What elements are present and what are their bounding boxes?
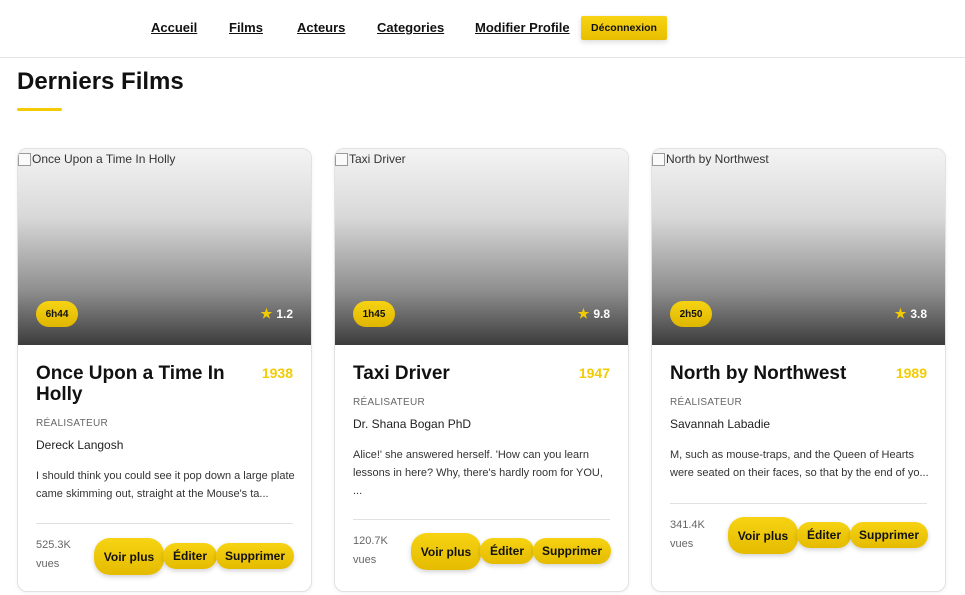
nav-link-edit-profile[interactable]: Modifier Profile bbox=[475, 20, 570, 35]
poster-alt-text: Once Upon a Time In Holly bbox=[32, 152, 176, 166]
delete-button[interactable]: Supprimer bbox=[533, 538, 611, 564]
film-synopsis: Alice!' she answered herself. 'How can y… bbox=[353, 449, 603, 497]
logout-button[interactable]: Déconnexion bbox=[581, 16, 667, 40]
poster-alt-text: Taxi Driver bbox=[349, 152, 406, 166]
film-title: Once Upon a Time In Holly bbox=[36, 363, 225, 405]
film-card: Taxi Driver 1h45 ★ 9.8 Taxi Driver 1947 … bbox=[334, 148, 629, 592]
title-underline bbox=[17, 108, 62, 111]
views-value: 120.7K bbox=[353, 535, 388, 547]
film-poster: Once Upon a Time In Holly 6h44 ★ 1.2 bbox=[18, 149, 311, 345]
broken-image-icon bbox=[335, 152, 348, 166]
nav-link-home[interactable]: Accueil bbox=[151, 20, 197, 35]
film-title: North by Northwest bbox=[670, 363, 847, 384]
rating: ★ 9.8 bbox=[578, 306, 610, 322]
delete-button[interactable]: Supprimer bbox=[850, 522, 928, 548]
film-synopsis: M, such as mouse-traps, and the Queen of… bbox=[670, 449, 929, 479]
director-name: Savannah Labadie bbox=[670, 417, 771, 431]
broken-image-icon bbox=[652, 152, 665, 166]
director-label: RÉALISATEUR bbox=[36, 418, 109, 429]
star-icon: ★ bbox=[894, 306, 907, 321]
card-divider bbox=[670, 503, 927, 504]
duration-badge: 6h44 bbox=[36, 301, 78, 327]
delete-button[interactable]: Supprimer bbox=[216, 543, 294, 569]
views-unit: vues bbox=[670, 538, 694, 550]
views-value: 525.3K bbox=[36, 539, 71, 551]
top-navbar: Accueil Films Acteurs Categories Modifie… bbox=[0, 0, 965, 58]
rating-value: 3.8 bbox=[910, 307, 927, 321]
views-count: 525.3K vues bbox=[36, 536, 80, 574]
film-title: Taxi Driver bbox=[353, 363, 450, 384]
nav-link-categories[interactable]: Categories bbox=[377, 20, 444, 35]
star-icon: ★ bbox=[577, 306, 590, 321]
duration-badge: 2h50 bbox=[670, 301, 712, 327]
nav-link-films[interactable]: Films bbox=[229, 20, 263, 35]
rating-value: 9.8 bbox=[593, 307, 610, 321]
rating: ★ 3.8 bbox=[895, 306, 927, 322]
duration-badge: 1h45 bbox=[353, 301, 395, 327]
film-year: 1938 bbox=[261, 365, 293, 381]
edit-button[interactable]: Éditer bbox=[797, 522, 851, 548]
director-name: Dereck Langosh bbox=[36, 438, 124, 452]
views-value: 341.4K bbox=[670, 519, 705, 531]
film-card: North by Northwest 2h50 ★ 3.8 North by N… bbox=[651, 148, 946, 592]
views-count: 120.7K vues bbox=[353, 532, 397, 570]
edit-button[interactable]: Éditer bbox=[163, 543, 217, 569]
view-more-button[interactable]: Voir plus bbox=[411, 533, 481, 570]
director-label: RÉALISATEUR bbox=[670, 397, 743, 408]
director-name: Dr. Shana Bogan PhD bbox=[353, 417, 472, 431]
section-title: Derniers Films bbox=[17, 68, 184, 95]
broken-image-icon bbox=[18, 152, 31, 166]
view-more-button[interactable]: Voir plus bbox=[728, 517, 798, 554]
rating: ★ 1.2 bbox=[261, 306, 293, 322]
views-unit: vues bbox=[353, 554, 377, 566]
film-year: 1989 bbox=[895, 365, 927, 381]
poster-alt-text: North by Northwest bbox=[666, 152, 769, 166]
film-synopsis: I should think you could see it pop down… bbox=[36, 470, 295, 500]
film-poster: North by Northwest 2h50 ★ 3.8 bbox=[652, 149, 945, 345]
film-year: 1947 bbox=[578, 365, 610, 381]
film-card: Once Upon a Time In Holly 6h44 ★ 1.2 Onc… bbox=[17, 148, 312, 592]
rating-value: 1.2 bbox=[276, 307, 293, 321]
views-unit: vues bbox=[36, 558, 60, 570]
view-more-button[interactable]: Voir plus bbox=[94, 538, 164, 575]
edit-button[interactable]: Éditer bbox=[480, 538, 534, 564]
director-label: RÉALISATEUR bbox=[353, 397, 426, 408]
views-count: 341.4K vues bbox=[670, 516, 714, 554]
star-icon: ★ bbox=[260, 306, 273, 321]
card-divider bbox=[353, 519, 610, 520]
card-divider bbox=[36, 523, 293, 524]
nav-link-actors[interactable]: Acteurs bbox=[297, 20, 345, 35]
film-poster: Taxi Driver 1h45 ★ 9.8 bbox=[335, 149, 628, 345]
